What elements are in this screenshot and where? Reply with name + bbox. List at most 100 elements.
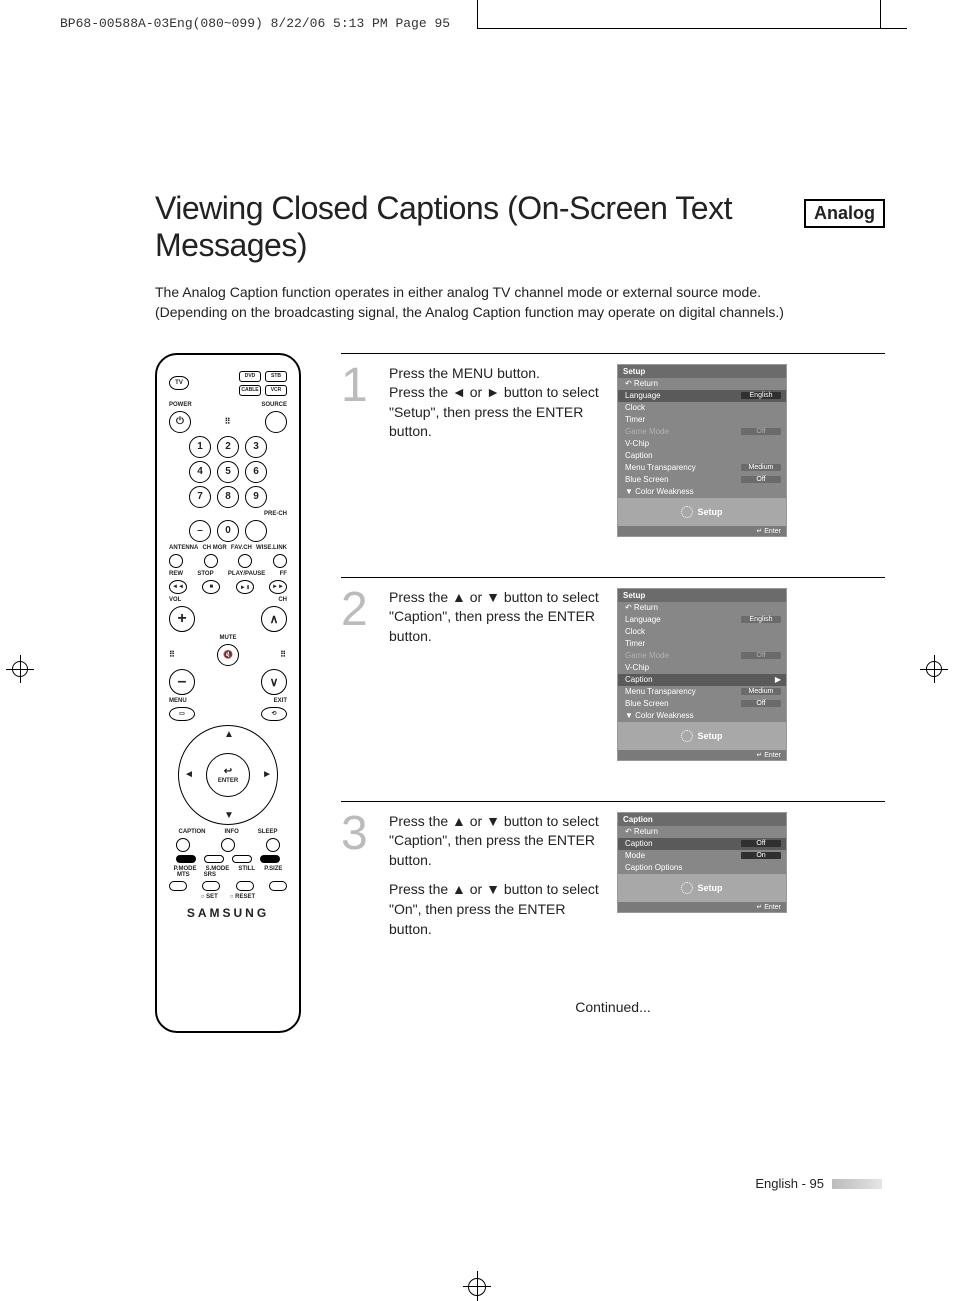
num-0: 0 [217, 520, 239, 542]
info-label: INFO [224, 829, 238, 835]
mts-label: MTS [177, 872, 190, 878]
osd-row-label: Caption [625, 675, 653, 684]
osd-footer: Setup [618, 722, 786, 750]
mute-button: 🔇 [217, 644, 239, 666]
vol-up-button: + [169, 606, 195, 632]
osd-row: LanguageEnglish [618, 390, 786, 402]
osd-row-label: ↶ Return [625, 827, 658, 836]
osd-row-label: ↶ Return [625, 603, 658, 612]
osd-row-label: Caption [625, 451, 653, 460]
osd-enter-hint: ↵ Enter [618, 750, 786, 760]
osd-footer: Setup [618, 498, 786, 526]
osd-row-label: Blue Screen [625, 699, 669, 708]
exit-label: EXIT [274, 698, 287, 704]
osd-row-label: ▼ Color Weakness [625, 711, 694, 720]
osd-row-label: Language [625, 615, 661, 624]
ch-down-button: ∨ [261, 669, 287, 695]
stop-button: ■ [202, 580, 220, 594]
step-text-extra: Press the ▲ or ▼ button to select "On", … [389, 880, 599, 939]
dots-icon: ⠿ [169, 650, 176, 659]
osd-row: Menu TransparencyMedium [618, 686, 786, 698]
crop-mark [880, 0, 881, 28]
cable-button: CABLE [239, 385, 261, 396]
play-button: ►॥ [236, 580, 254, 594]
caption-label: CAPTION [178, 829, 205, 835]
pill-icon [260, 855, 280, 863]
dpad: ▲ ▼ ◄ ► ↩ENTER [178, 725, 278, 825]
prech-label: PRE-CH [264, 511, 287, 517]
osd-row: V-Chip [618, 438, 786, 450]
left-arrow-icon: ◄ [184, 769, 194, 780]
gear-icon [681, 882, 693, 894]
step: 2 Press the ▲ or ▼ button to select "Cap… [341, 577, 885, 801]
osd-row-label: Clock [625, 403, 645, 412]
footer-bar-icon [832, 1179, 882, 1189]
page-title: Viewing Closed Captions (On-Screen Text … [155, 190, 794, 264]
num-2: 2 [217, 436, 239, 458]
vol-down-button: – [169, 669, 195, 695]
gear-icon [681, 730, 693, 742]
osd-row-label: Language [625, 391, 661, 400]
osd-row-label: Menu Transparency [625, 463, 696, 472]
ff-label: FF [280, 571, 287, 577]
favch-button [238, 554, 252, 568]
rew-label: REW [169, 571, 183, 577]
osd-row: Timer [618, 638, 786, 650]
osd-row-label: Clock [625, 627, 645, 636]
antenna-label: ANTENNA [169, 545, 198, 551]
osd-row: ↶ Return [618, 602, 786, 614]
osd-screenshot: Setup ↶ ReturnLanguageEnglishClockTimerG… [617, 588, 787, 761]
footer-text: English - 95 [755, 1176, 824, 1191]
caption-button [176, 838, 190, 852]
dots-icon: ⠿ [280, 650, 287, 659]
osd-row-label: ▼ Color Weakness [625, 487, 694, 496]
menu-label: MENU [169, 698, 187, 704]
step: 1 Press the MENU button.Press the ◄ or ►… [341, 353, 885, 577]
tv-button: TV [169, 376, 189, 390]
page-footer: English - 95 [755, 1176, 882, 1191]
osd-row: Blue ScreenOff [618, 474, 786, 486]
registration-mark [6, 655, 34, 683]
blank-button [236, 881, 254, 891]
osd-row: Menu TransparencyMedium [618, 462, 786, 474]
ch-label: CH [278, 597, 287, 603]
wiselink-button [273, 554, 287, 568]
num-8: 8 [217, 486, 239, 508]
antenna-button [169, 554, 183, 568]
osd-row-label: Game Mode [625, 427, 669, 436]
osd-row: Caption▶ [618, 674, 786, 686]
srs-label: SRS [204, 872, 216, 878]
num-7: 7 [189, 486, 211, 508]
osd-row-label: ↶ Return [625, 379, 658, 388]
osd-row-label: Blue Screen [625, 475, 669, 484]
step-number: 1 [341, 364, 371, 407]
dots-icon: ⠿ [225, 417, 232, 426]
source-button [265, 411, 287, 433]
enter-button: ↩ENTER [206, 753, 250, 797]
num-4: 4 [189, 461, 211, 483]
osd-row: ↶ Return [618, 826, 786, 838]
osd-row: Blue ScreenOff [618, 698, 786, 710]
osd-row: ▼ Color Weakness [618, 710, 786, 722]
steps-column: 1 Press the MENU button.Press the ◄ or ►… [341, 353, 885, 1016]
pill-icon [176, 855, 196, 863]
prech-button [245, 520, 267, 542]
ff-button: ►► [269, 580, 287, 594]
osd-screenshot: Caption ↶ ReturnCaptionOffModeOnCaption … [617, 812, 787, 913]
exit-button: ⟲ [261, 707, 287, 721]
step: 3 Press the ▲ or ▼ button to select "Cap… [341, 801, 885, 990]
step-text: Press the ▲ or ▼ button to select "Capti… [389, 812, 599, 950]
rew-button: ◄◄ [169, 580, 187, 594]
brand-label: SAMSUNG [163, 906, 293, 920]
power-label: POWER [169, 402, 192, 408]
intro-paragraph: The Analog Caption function operates in … [155, 282, 815, 323]
step-text: Press the ▲ or ▼ button to select "Capti… [389, 588, 599, 657]
preflight-header: BP68-00588A-03Eng(080~099) 8/22/06 5:13 … [60, 16, 450, 31]
osd-row: Clock [618, 402, 786, 414]
crop-mark [477, 28, 907, 29]
osd-footer: Setup [618, 874, 786, 902]
power-button: ⏻ [169, 411, 191, 433]
mute-label: MUTE [220, 635, 237, 641]
srs-button [202, 881, 220, 891]
sleep-label: SLEEP [258, 829, 278, 835]
